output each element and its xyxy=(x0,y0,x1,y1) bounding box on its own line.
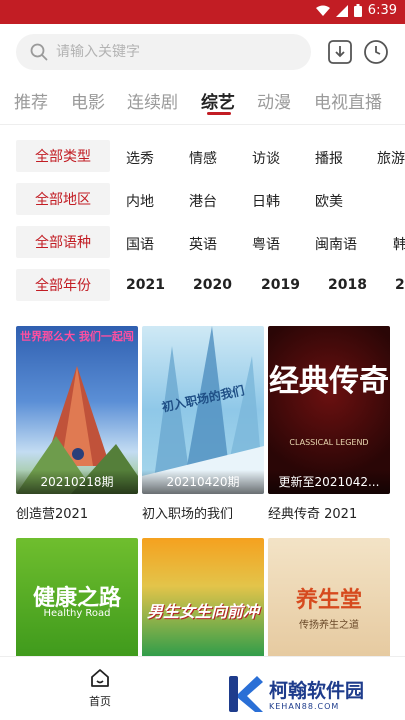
history-clock-icon[interactable] xyxy=(362,38,390,66)
filter-option[interactable]: 英语 xyxy=(189,234,217,254)
filter-option[interactable]: 欧美 xyxy=(315,191,343,211)
tab-recommend[interactable]: 推荐 xyxy=(14,88,48,113)
video-poster[interactable]: 健康之路 Healthy Road xyxy=(16,538,138,658)
status-time: 6:39 xyxy=(367,3,397,18)
tab-anime[interactable]: 动漫 xyxy=(257,88,291,113)
status-icons: 6:39 xyxy=(315,3,397,18)
poster-caption: 养生堂 xyxy=(295,587,362,613)
filter-option[interactable]: 内地 xyxy=(126,191,154,211)
filter-row-language: 全部语种 国语 英语 粤语 闽南语 韩 xyxy=(0,224,405,260)
filter-option[interactable]: 情感 xyxy=(189,148,217,168)
filter-option[interactable]: 粤语 xyxy=(252,234,280,254)
signal-icon xyxy=(335,4,348,17)
filter-option[interactable]: 访谈 xyxy=(252,148,280,168)
filter-option[interactable]: 20 xyxy=(395,277,405,293)
battery-icon xyxy=(353,4,362,17)
filter-option[interactable]: 韩 xyxy=(393,234,405,254)
episode-badge: 20210218期 xyxy=(16,470,138,494)
filter-option[interactable]: 选秀 xyxy=(126,148,154,168)
video-poster[interactable]: 初入职场的我们 20210420期 xyxy=(142,326,264,494)
tab-movies[interactable]: 电影 xyxy=(71,88,105,113)
filter-type-all[interactable]: 全部类型 xyxy=(16,140,110,172)
wifi-icon xyxy=(315,5,330,16)
video-title[interactable]: 创造营2021 xyxy=(16,503,88,522)
video-poster[interactable]: 养生堂 传扬养生之道 xyxy=(268,538,390,658)
tab-series[interactable]: 连续剧 xyxy=(127,88,178,113)
poster-subcaption: Healthy Road xyxy=(43,608,111,619)
search-icon xyxy=(30,43,48,61)
poster-caption: 经典传奇 xyxy=(269,364,389,399)
filter-option[interactable]: 港台 xyxy=(189,191,217,211)
episode-badge: 更新至2021042... xyxy=(268,470,390,494)
poster-caption: 世界那么大 我们一起闯 xyxy=(20,330,134,343)
search-row xyxy=(0,26,405,78)
watermark-logo: 柯翰软件园 KEHAN88.COM xyxy=(225,672,400,716)
poster-art xyxy=(16,366,138,494)
video-title[interactable]: 经典传奇 2021 xyxy=(268,503,357,522)
poster-subcaption: 传扬养生之道 xyxy=(299,620,359,631)
video-poster[interactable]: 经典传奇 CLASSICAL LEGEND 更新至2021042... xyxy=(268,326,390,494)
filter-option[interactable]: 2019 xyxy=(261,277,300,293)
filter-language-all[interactable]: 全部语种 xyxy=(16,226,110,258)
search-box[interactable] xyxy=(16,34,311,70)
filter-region-all[interactable]: 全部地区 xyxy=(16,183,110,215)
poster-subcaption: CLASSICAL LEGEND xyxy=(289,438,369,447)
active-tab-indicator xyxy=(207,112,231,115)
tabs-divider xyxy=(0,124,405,125)
home-icon xyxy=(91,669,109,687)
status-bar: 6:39 xyxy=(0,0,405,24)
filter-row-region: 全部地区 内地 港台 日韩 欧美 xyxy=(0,181,405,217)
video-poster[interactable]: 男生女生向前冲 xyxy=(142,538,264,658)
filter-option[interactable]: 国语 xyxy=(126,234,154,254)
tab-variety[interactable]: 综艺 xyxy=(201,88,235,113)
filter-option[interactable]: 2018 xyxy=(328,277,367,293)
nav-home-label: 首页 xyxy=(89,695,111,708)
watermark-k-icon xyxy=(229,676,263,712)
video-poster[interactable]: 世界那么大 我们一起闯 20210218期 xyxy=(16,326,138,494)
nav-home[interactable]: 首页 xyxy=(78,663,122,709)
filter-option[interactable]: 旅游 xyxy=(377,148,405,168)
filter-option[interactable]: 播报 xyxy=(315,148,343,168)
search-input[interactable] xyxy=(56,44,286,60)
tab-tv-live[interactable]: 电视直播 xyxy=(314,88,382,113)
category-tabs: 推荐 电影 连续剧 综艺 动漫 电视直播 xyxy=(0,82,405,120)
filter-year-all[interactable]: 全部年份 xyxy=(16,269,110,301)
watermark-url: KEHAN88.COM xyxy=(269,702,340,711)
poster-caption: 男生女生向前冲 xyxy=(146,602,259,621)
filter-row-year: 全部年份 2021 2020 2019 2018 20 xyxy=(0,267,405,303)
watermark-name: 柯翰软件园 xyxy=(269,680,365,702)
filter-option[interactable]: 日韩 xyxy=(252,191,280,211)
episode-badge: 20210420期 xyxy=(142,470,264,494)
filter-option[interactable]: 2020 xyxy=(193,277,232,293)
video-title[interactable]: 初入职场的我们 xyxy=(142,503,233,522)
filter-option[interactable]: 闽南语 xyxy=(315,234,357,254)
filter-option[interactable]: 2021 xyxy=(126,277,165,293)
filter-row-type: 全部类型 选秀 情感 访谈 播报 旅游 xyxy=(0,138,405,174)
download-icon[interactable] xyxy=(326,38,354,66)
